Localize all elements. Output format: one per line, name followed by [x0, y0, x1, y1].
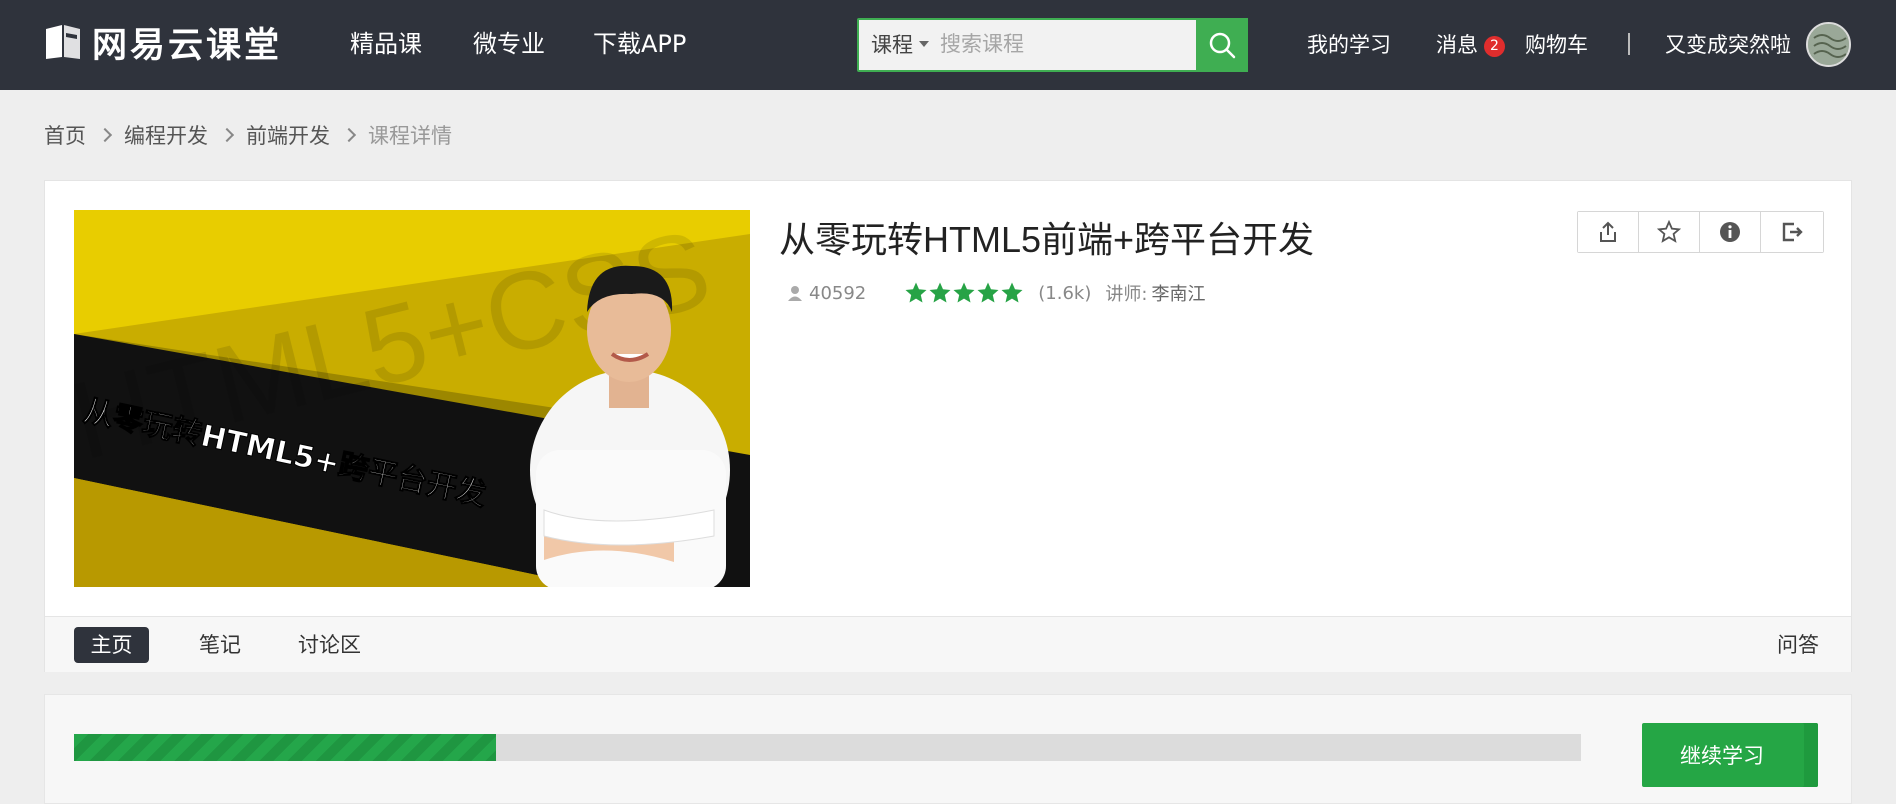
star-icon	[1657, 220, 1681, 243]
chevron-right-icon	[97, 127, 113, 143]
search-icon	[1209, 32, 1236, 59]
logo[interactable]: 网易云课堂	[44, 20, 282, 66]
info-icon	[1720, 222, 1740, 242]
continue-learning-label: 继续学习	[1680, 744, 1764, 768]
course-card: HTML5+CSS 从零玩转HTML5+跨平台开发 从零玩转HTML5前端+跨平…	[44, 180, 1852, 672]
nav-micro-major[interactable]: 微专业	[473, 27, 545, 61]
avatar-image-icon	[1808, 24, 1849, 65]
rating-star-icon	[905, 282, 927, 303]
rating-stars	[904, 281, 1024, 305]
message-count-badge: 2	[1484, 36, 1505, 57]
info-button[interactable]	[1700, 212, 1761, 252]
teacher-name[interactable]: 李南江	[1151, 280, 1205, 306]
rating-star-icon	[929, 282, 951, 303]
progress-bar-fill	[74, 734, 496, 761]
rating-star-icon	[977, 282, 999, 303]
rating-count: (1.6k)	[1038, 282, 1092, 304]
teacher-label: 讲师:	[1105, 284, 1148, 305]
learner-count: 40592	[809, 282, 867, 304]
course-cover-image: HTML5+CSS 从零玩转HTML5+跨平台开发	[74, 210, 750, 587]
rating-star-icon	[953, 282, 975, 303]
my-learning-link[interactable]: 我的学习	[1307, 29, 1391, 61]
breadcrumb: 首页 编程开发 前端开发 课程详情	[44, 118, 452, 152]
tab-qa[interactable]: 问答	[1777, 627, 1819, 663]
caret-down-icon	[919, 41, 929, 47]
breadcrumb-current: 课程详情	[368, 124, 452, 148]
search-input[interactable]	[938, 26, 1166, 64]
breadcrumb-home[interactable]: 首页	[44, 120, 86, 150]
breadcrumb-programming[interactable]: 编程开发	[124, 120, 208, 150]
search-type-label: 课程	[871, 33, 913, 57]
search-button[interactable]	[1196, 18, 1248, 72]
logo-text: 网易云课堂	[92, 25, 283, 66]
user-icon	[788, 286, 802, 301]
nav-download-app[interactable]: 下载APP	[593, 27, 686, 61]
progress-bar	[74, 734, 1581, 761]
header-divider	[1628, 33, 1630, 55]
share-button[interactable]	[1578, 212, 1639, 252]
search-box: 课程	[857, 18, 1248, 72]
chevron-right-icon	[219, 127, 235, 143]
course-meta: 40592 (1.6k) 讲师: 李南江	[787, 278, 1205, 308]
progress-panel: 继续学习	[44, 694, 1852, 804]
favorite-button[interactable]	[1639, 212, 1700, 252]
tab-home[interactable]: 主页	[74, 627, 149, 663]
cart-link[interactable]: 购物车	[1525, 29, 1588, 61]
course-tabs: 主页 笔记 讨论区 问答	[45, 616, 1851, 672]
rating-star-icon	[1001, 282, 1023, 303]
messages-link[interactable]: 消息	[1436, 29, 1478, 61]
exit-course-button[interactable]	[1761, 212, 1823, 252]
course-title: 从零玩转HTML5前端+跨平台开发	[779, 219, 1315, 260]
breadcrumb-frontend[interactable]: 前端开发	[246, 120, 330, 150]
nav-premium-courses[interactable]: 精品课	[350, 27, 422, 61]
top-navigation-bar: 网易云课堂 精品课 微专业 下载APP 课程 我的学习 消息 2 购物车 又变成…	[0, 0, 1896, 90]
search-type-underline	[859, 70, 931, 72]
logo-book-icon	[44, 23, 82, 61]
chevron-right-icon	[341, 127, 357, 143]
avatar[interactable]	[1806, 22, 1851, 67]
search-type-select[interactable]: 课程	[871, 29, 929, 61]
course-actions	[1577, 211, 1824, 253]
share-icon	[1600, 221, 1616, 242]
continue-learning-button[interactable]: 继续学习	[1642, 723, 1818, 787]
tab-discussion[interactable]: 讨论区	[298, 627, 361, 663]
tab-notes[interactable]: 笔记	[199, 627, 241, 663]
username-link[interactable]: 又变成突然啦	[1665, 29, 1791, 61]
exit-icon	[1782, 222, 1803, 242]
